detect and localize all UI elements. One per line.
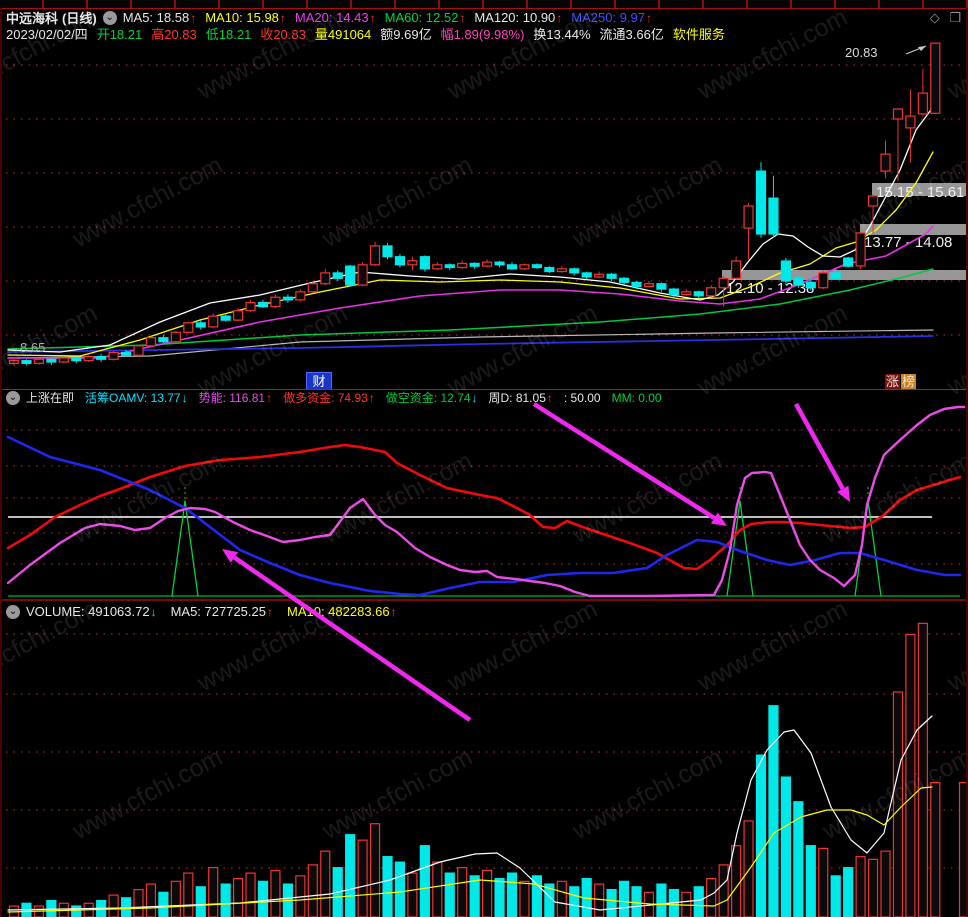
ma-lines <box>7 106 934 359</box>
volume-header: ⌄ VOLUME: 491063.72↓ MA5: 727725.25↑ MA10:… <box>0 599 968 622</box>
candlestick-chart-canvas[interactable]: 15.15 - 15.6113.77 - 14.0812.10 - 12.38 <box>0 42 968 389</box>
stat-item: 势能: 116.81↑ <box>198 391 273 405</box>
date-label: 2023/02/02/四 <box>6 27 88 42</box>
volume-panel <box>0 622 968 917</box>
indicator-title: 上涨在即 <box>26 391 75 405</box>
candles <box>8 42 941 367</box>
ma-legend-items: MA5: 18.58 ↑ MA10: 15.98 ↑ MA20: 14.43 ↑ MA60:… <box>123 10 661 25</box>
main-chart-panel: 15.15 - 15.61 13.77 - 14.08 12.10 - 12.38 … <box>0 42 968 392</box>
stat-item: MA5: 18.58 ↑ <box>122 10 197 25</box>
indicator-stats: 活筹OAMV: 13.77↓ 势能: 116.81↑ 做多资金: 74.93↑ 做空资… <box>85 389 673 406</box>
stat-item: 软件服务 <box>672 27 725 42</box>
up-arrow-icon: ↑ <box>646 10 653 25</box>
up-arrow-icon: ↑ <box>369 10 376 25</box>
top-toolbar-strip[interactable] <box>0 0 968 9</box>
volume-stats: VOLUME: 491063.72↓ MA5: 727725.25↑ MA10: 4… <box>26 604 411 619</box>
stat-item: VOLUME: 491063.72↓ <box>26 604 157 619</box>
up-arrow-icon: ↑ <box>368 391 375 405</box>
info-bar: 中远海科 (日线) ⌄ MA5: 18.58 ↑ MA10: 15.98 ↑ MA20:… <box>0 9 968 42</box>
down-arrow-icon: ↓ <box>471 391 478 405</box>
stat-item: 开18.21 <box>96 27 143 42</box>
down-arrow-icon: ↓ <box>181 391 188 405</box>
svg-text:13.77 - 14.08: 13.77 - 14.08 <box>864 234 952 251</box>
stat-item: 收20.83 <box>260 27 306 42</box>
stat-item: 幅1.89(9.98%) <box>440 27 525 42</box>
stat-item: 量491064 <box>314 27 372 42</box>
stat-item: MA250: 9.97 ↑ <box>571 10 653 25</box>
stat-item: 额9.69亿 <box>380 27 432 42</box>
chevron-down-icon[interactable]: ⌄ <box>6 390 20 405</box>
indicator-header: ⌄ 上涨在即 活筹OAMV: 13.77↓ 势能: 116.81↑ 做多资金: 74… <box>0 389 968 405</box>
chevron-down-icon[interactable]: ⌄ <box>102 10 117 25</box>
up-arrow-icon: ↑ <box>390 605 397 619</box>
stat-item: MA20: 14.43 ↑ <box>294 10 376 25</box>
window-corner-icons[interactable]: ◇ ❒ <box>930 10 964 26</box>
stat-item: MA120: 10.90 ↑ <box>474 10 563 25</box>
stat-item: 做多资金: 74.93↑ <box>283 391 375 405</box>
up-arrow-icon: ↑ <box>279 10 286 25</box>
up-arrow-icon: ↑ <box>459 10 466 25</box>
volume-chart-canvas[interactable] <box>0 622 968 917</box>
indicator-chart-canvas[interactable] <box>0 405 968 599</box>
up-arrow-icon: ↑ <box>556 10 563 25</box>
stat-item: MA10: 15.98 ↑ <box>205 10 286 25</box>
up-arrow-icon: ↑ <box>190 10 197 25</box>
quote-row: 2023/02/02/四 开18.21 高20.83 低18.21 收20.83 量49… <box>6 25 968 42</box>
stat-item: 换13.44% <box>533 27 591 42</box>
stat-item: 高20.83 <box>151 27 197 42</box>
up-arrow-icon: ↑ <box>266 391 273 405</box>
stat-item: 流通3.66亿 <box>599 27 664 42</box>
volume-bars <box>8 622 968 917</box>
stat-item: MM: 0.00 <box>611 391 662 405</box>
stat-item: 低18.21 <box>205 27 252 42</box>
svg-text:15.15 - 15.61: 15.15 - 15.61 <box>876 184 964 201</box>
stat-item: 做空资金: 12.74↓ <box>385 391 478 405</box>
up-arrow-icon: ↑ <box>266 605 273 619</box>
stat-item: MA5: 727725.25↑ <box>170 604 273 619</box>
up-arrow-icon: ↑ <box>546 391 553 405</box>
stock-app-window: 中远海科 (日线) ⌄ MA5: 18.58 ↑ MA10: 15.98 ↑ MA20:… <box>0 0 968 917</box>
stat-item: : 50.00 <box>563 391 601 405</box>
down-arrow-icon: ↓ <box>150 605 157 619</box>
indicator-panel <box>0 405 968 599</box>
stat-item: MA60: 12.52 ↑ <box>384 10 466 25</box>
quote-fields: 开18.21 高20.83 低18.21 收20.83 量491064 额9.69亿 幅1.… <box>97 24 734 43</box>
stat-item: 周D: 81.05↑ <box>488 391 553 405</box>
stat-item: MA10: 482283.66↑ <box>286 604 397 619</box>
stat-item: 活筹OAMV: 13.77↓ <box>85 391 188 405</box>
chevron-down-icon[interactable]: ⌄ <box>6 604 20 619</box>
